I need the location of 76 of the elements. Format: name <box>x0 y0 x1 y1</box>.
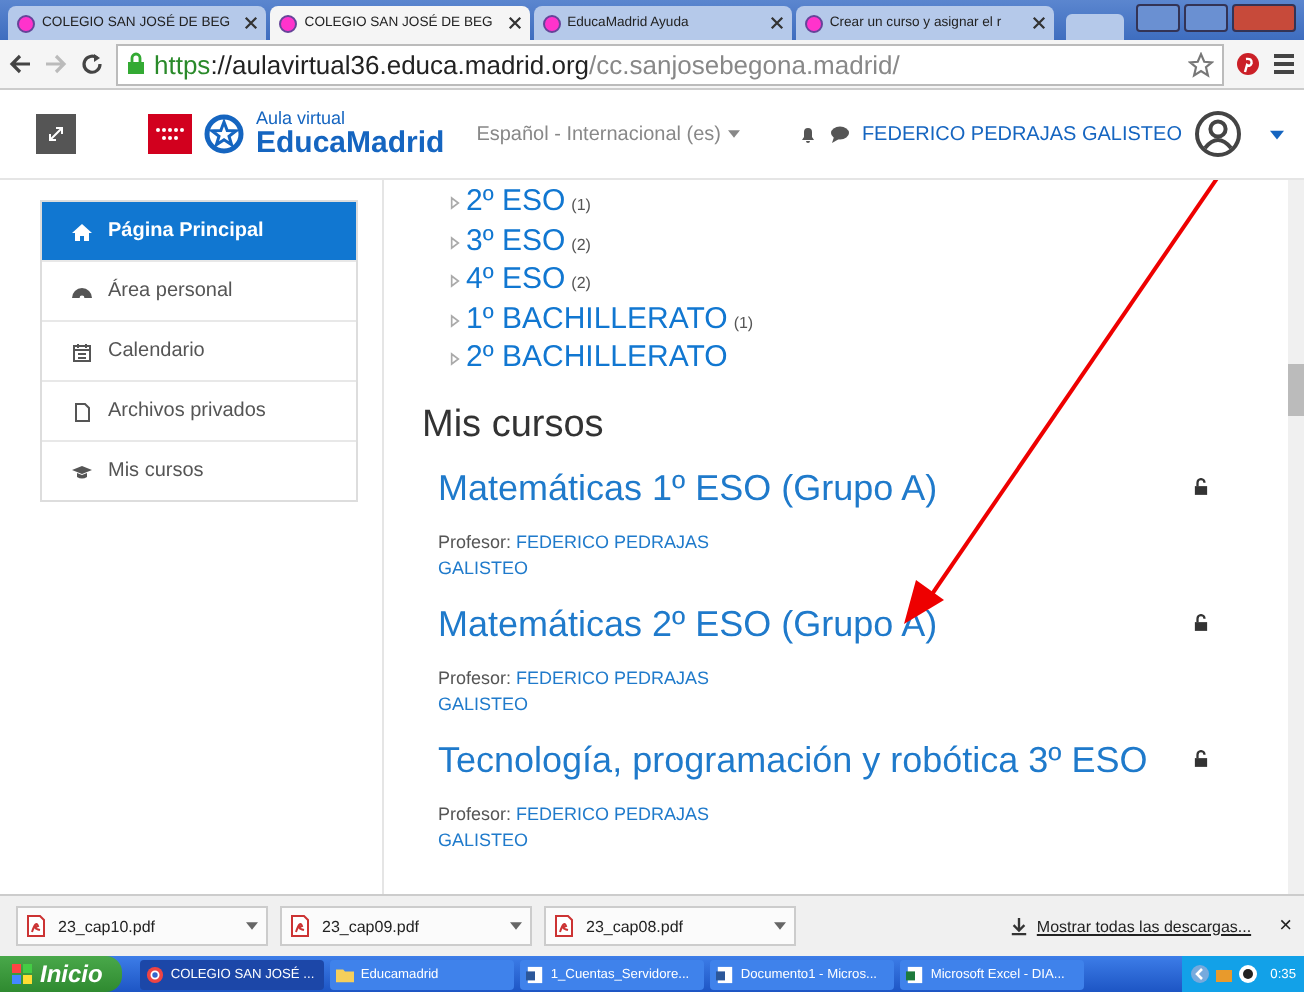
calendar-icon <box>72 341 92 361</box>
spreadsheet-icon <box>906 965 925 983</box>
sidebar-item[interactable]: Página Principal <box>42 202 356 260</box>
reload-icon[interactable] <box>80 52 104 76</box>
course-count: (1) <box>571 196 591 214</box>
pdf-file-icon <box>554 914 574 938</box>
padlock-icon <box>1194 749 1208 767</box>
browser-icon <box>146 965 165 983</box>
section-heading: Mis cursos <box>422 403 606 447</box>
language-menu[interactable]: Español - Internacional (es) <box>476 123 741 145</box>
pin-icon[interactable] <box>1236 52 1260 76</box>
category-link[interactable]: 2º ESO <box>466 184 566 218</box>
download-icon <box>1010 917 1029 935</box>
course-link[interactable]: Tecnología, programación y robótica 3º ESO <box>438 739 1148 781</box>
graduation-cap-icon <box>72 461 92 481</box>
chevron-icon[interactable] <box>1190 964 1211 984</box>
document-icon <box>716 965 735 983</box>
download-item[interactable]: 23_cap10.pdf <box>16 906 268 946</box>
tray-icon[interactable] <box>1238 964 1259 984</box>
close-icon[interactable] <box>244 16 259 30</box>
sidebar-item[interactable]: Mis cursos <box>42 440 356 500</box>
file-icon <box>72 401 92 421</box>
avatar-icon[interactable] <box>1194 110 1242 158</box>
caret-icon[interactable] <box>1270 129 1284 139</box>
category-link[interactable]: 4º ESO <box>466 262 566 296</box>
maximize-button[interactable] <box>1184 4 1228 32</box>
dropdown-arrow-icon[interactable] <box>774 922 786 930</box>
teacher-info: Profesor: FEDERICO PEDRAJAS GALISTEO <box>438 529 712 581</box>
fullscreen-button[interactable] <box>36 114 76 154</box>
window-close-button[interactable] <box>1232 4 1296 32</box>
flag-icon <box>148 114 192 154</box>
back-icon[interactable] <box>8 52 32 76</box>
user-name[interactable]: FEDERICO PEDRAJAS GALISTEO <box>861 123 1182 145</box>
address-bar[interactable]: https://aulavirtual36.educa.madrid.org/cc.sanjosebegona.madrid/ <box>116 43 1224 85</box>
star-icon[interactable] <box>1188 51 1214 77</box>
document-icon <box>526 965 545 983</box>
start-button[interactable]: Inicio <box>0 956 123 992</box>
windows-logo-icon <box>12 964 32 984</box>
home-icon <box>72 221 92 241</box>
dropdown-arrow-icon[interactable] <box>246 922 258 930</box>
course-link[interactable]: Matemáticas 1º ESO (Grupo A) <box>438 467 938 509</box>
close-downloads-button[interactable]: × <box>1279 914 1292 938</box>
folder-icon <box>336 965 355 983</box>
logo-subtitle: Aula virtual <box>256 110 348 128</box>
star-logo-icon <box>204 114 244 154</box>
close-icon[interactable] <box>507 16 522 30</box>
sidebar-item[interactable]: Área personal <box>42 260 356 320</box>
menu-icon[interactable] <box>1272 52 1296 76</box>
pdf-file-icon <box>290 914 310 938</box>
scrollbar-thumb[interactable] <box>1288 364 1304 416</box>
bell-icon[interactable] <box>797 124 818 144</box>
category-link[interactable]: 3º ESO <box>466 223 566 257</box>
padlock-icon <box>1194 613 1208 631</box>
category-link[interactable]: 1º BACHILLERATO <box>466 301 728 335</box>
sidebar-item[interactable]: Archivos privados <box>42 380 356 440</box>
minimize-button[interactable] <box>1136 4 1180 32</box>
padlock-icon <box>1194 477 1208 495</box>
course-count: (2) <box>571 274 591 292</box>
teacher-info: Profesor: FEDERICO PEDRAJAS GALISTEO <box>438 665 712 717</box>
course-count: (2) <box>571 235 591 253</box>
teacher-info: Profesor: FEDERICO PEDRAJAS GALISTEO <box>438 801 712 853</box>
download-item[interactable]: 23_cap09.pdf <box>280 906 532 946</box>
logo-title: EducaMadrid <box>256 128 445 158</box>
padlock-icon <box>126 52 146 76</box>
dropdown-arrow-icon[interactable] <box>510 922 522 930</box>
show-all-downloads-link[interactable]: Mostrar todas las descargas... <box>1036 917 1252 935</box>
close-icon[interactable] <box>769 16 784 30</box>
caret-icon <box>728 130 741 138</box>
expand-icon <box>46 124 66 144</box>
download-item[interactable]: 23_cap08.pdf <box>544 906 796 946</box>
category-link[interactable]: 2º BACHILLERATO <box>466 340 728 374</box>
sidebar-item[interactable]: Calendario <box>42 320 356 380</box>
close-icon[interactable] <box>1032 16 1047 30</box>
course-count: (1) <box>733 313 754 331</box>
pdf-file-icon <box>26 914 46 938</box>
chat-icon[interactable] <box>829 124 850 144</box>
